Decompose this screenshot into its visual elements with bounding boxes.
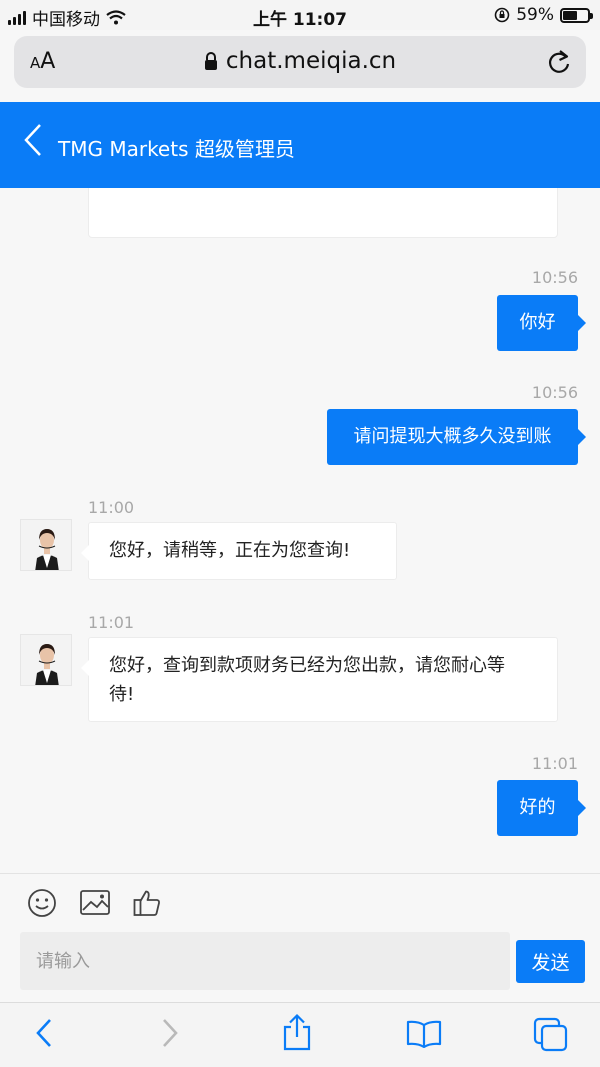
status-bar: 中国移动 上午 11:07 59% <box>0 0 600 30</box>
incoming-message: 您好，查询到款项财务已经为您出款，请您耐心等 待! <box>81 637 558 722</box>
message-text: 你好 <box>519 312 556 333</box>
tabs-icon[interactable] <box>532 1016 570 1054</box>
agent-portrait <box>21 635 71 685</box>
message-text: 您好，请稍等，正在为您查询! <box>109 540 351 561</box>
status-right: 59% <box>494 5 593 25</box>
bookmarks-icon[interactable] <box>406 1020 442 1048</box>
outgoing-message: 你好 <box>497 295 586 351</box>
agent-avatar[interactable] <box>20 519 72 571</box>
battery-icon <box>560 7 593 23</box>
reload-icon[interactable] <box>546 48 572 76</box>
chat-title: TMG Markets 超级管理员 <box>58 137 295 161</box>
message-timestamp: 11:01 <box>531 754 578 773</box>
chat-header: TMG Markets 超级管理员 <box>0 102 600 188</box>
back-icon[interactable] <box>34 1017 54 1049</box>
message-timestamp: 10:56 <box>531 383 578 402</box>
battery-percent: 59% <box>516 5 554 25</box>
url-text: chat.meiqia.cn <box>225 48 397 74</box>
composer: 发送 <box>0 873 600 1001</box>
thumbs-up-icon[interactable] <box>132 888 162 918</box>
message-text-line: 待! <box>109 684 135 705</box>
share-icon[interactable] <box>282 1013 312 1051</box>
emoji-icon[interactable] <box>27 888 57 918</box>
message-list[interactable]: 10:56 你好 10:56 请问提现大概多久没到账 11:00 您好，请稍等，… <box>0 188 600 873</box>
agent-portrait <box>21 520 71 570</box>
lock-icon <box>204 52 217 70</box>
previous-message-card <box>88 188 558 238</box>
message-text-line: 您好，查询到款项财务已经为您出款，请您耐心等 <box>109 655 505 676</box>
outgoing-message: 好的 <box>497 780 586 836</box>
image-icon[interactable] <box>79 888 111 918</box>
message-timestamp: 10:56 <box>531 268 578 287</box>
message-timestamp: 11:01 <box>88 613 135 632</box>
forward-icon[interactable] <box>160 1017 180 1049</box>
message-input[interactable] <box>20 932 510 990</box>
browser-toolbar <box>0 1002 600 1067</box>
outgoing-message: 请问提现大概多久没到账 <box>327 409 586 465</box>
url-field[interactable]: chat.meiqia.cn <box>14 48 586 74</box>
send-button[interactable]: 发送 <box>516 940 585 983</box>
message-text: 好的 <box>519 797 556 818</box>
orientation-lock-icon <box>494 7 510 23</box>
message-text: 请问提现大概多久没到账 <box>353 426 552 447</box>
back-chevron-icon[interactable] <box>22 122 44 158</box>
agent-avatar[interactable] <box>20 634 72 686</box>
address-bar[interactable]: AA chat.meiqia.cn <box>14 36 586 88</box>
message-timestamp: 11:00 <box>88 498 135 517</box>
incoming-message: 您好，请稍等，正在为您查询! <box>81 522 397 580</box>
